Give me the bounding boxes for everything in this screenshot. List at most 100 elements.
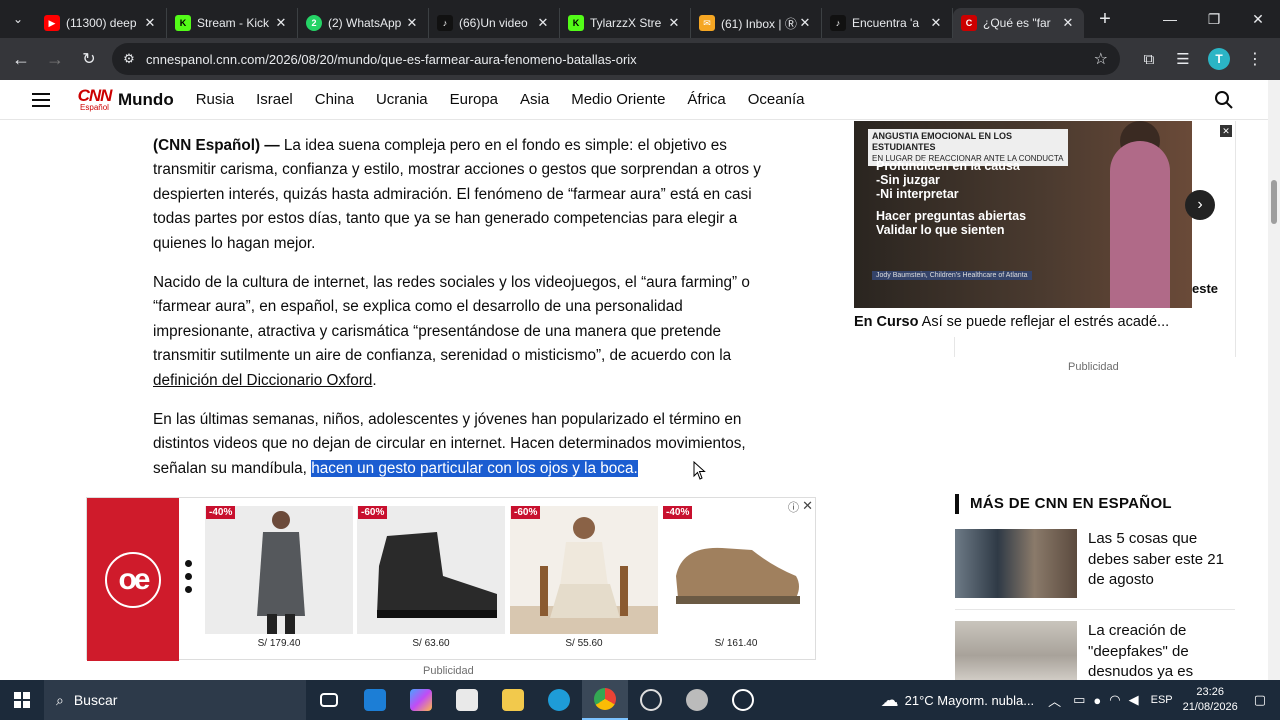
windows-start-icon[interactable] bbox=[0, 680, 44, 720]
steam-icon[interactable] bbox=[720, 680, 766, 720]
caption-label: En Curso bbox=[854, 314, 919, 330]
story-thumbnail[interactable] bbox=[955, 529, 1077, 598]
browser-tab[interactable]: K TylarzzX Stre ✕ bbox=[560, 8, 691, 38]
back-icon[interactable]: ← bbox=[4, 42, 38, 76]
ad-brand-panel[interactable]: oe bbox=[87, 498, 179, 661]
paragraph-text: La idea suena compleja pero en el fondo … bbox=[153, 137, 761, 252]
bullet-line: Profundicen en la causa bbox=[876, 159, 1020, 173]
extensions-icon[interactable]: ⧉ bbox=[1132, 42, 1166, 76]
store-icon[interactable] bbox=[444, 680, 490, 720]
outlook-icon[interactable] bbox=[352, 680, 398, 720]
chrome-icon[interactable] bbox=[582, 680, 628, 720]
profile-avatar[interactable]: T bbox=[1208, 48, 1230, 70]
nav-link-europa[interactable]: Europa bbox=[450, 91, 498, 108]
wifi-icon[interactable]: ◠ bbox=[1109, 692, 1120, 708]
ad-info-icon[interactable]: ⓘ bbox=[788, 499, 799, 515]
browser-tab[interactable]: 2 (2) WhatsApp ✕ bbox=[298, 8, 429, 38]
minimize-icon[interactable]: — bbox=[1148, 0, 1192, 38]
nav-link-china[interactable]: China bbox=[315, 91, 354, 108]
discount-badge: -60% bbox=[358, 506, 388, 519]
browser-tab[interactable]: ♪ (66)Un video ✕ bbox=[429, 8, 560, 38]
close-tab-icon[interactable]: ✕ bbox=[273, 15, 289, 31]
browser-toolbar: ← → ↻ ⚙ cnnespanol.cnn.com/2026/08/20/mu… bbox=[0, 38, 1280, 80]
close-player-icon[interactable]: ✕ bbox=[1220, 125, 1232, 137]
coat-icon bbox=[257, 511, 305, 634]
chrome-menu-icon[interactable]: ⋮ bbox=[1238, 42, 1272, 76]
logo-text: CNN bbox=[77, 85, 113, 105]
site-info-icon[interactable]: ⚙ bbox=[112, 51, 146, 67]
browser-tab-strip: ⌄ ▶ (11300) deep ✕ K Stream - Kick ✕ 2 (… bbox=[0, 0, 1280, 38]
nav-link-medio-oriente[interactable]: Medio Oriente bbox=[571, 91, 665, 108]
clock-time: 23:26 bbox=[1196, 686, 1224, 698]
video-caption[interactable]: En Curso Así se puede reflejar el estrés… bbox=[854, 314, 1236, 330]
close-tab-icon[interactable]: ✕ bbox=[404, 15, 420, 31]
url-text[interactable]: cnnespanol.cnn.com/2026/08/20/mundo/que-… bbox=[146, 52, 637, 67]
notifications-icon[interactable]: ▢ bbox=[1254, 692, 1266, 708]
nav-link-ucrania[interactable]: Ucrania bbox=[376, 91, 428, 108]
chevron-up-icon[interactable]: ︿ bbox=[1048, 691, 1061, 710]
section-nav: Rusia Israel China Ucrania Europa Asia M… bbox=[196, 91, 827, 108]
browser-tab-active[interactable]: C ¿Qué es "far ✕ bbox=[953, 8, 1084, 38]
mic-icon[interactable]: ● bbox=[1093, 693, 1101, 708]
reload-icon[interactable]: ↻ bbox=[72, 42, 106, 76]
ad-product[interactable]: -40% S/ 161.40 bbox=[662, 506, 810, 656]
oxford-definition-link[interactable]: definición del Diccionario Oxford bbox=[153, 372, 372, 389]
clock[interactable]: 23:26 21/08/2026 bbox=[1183, 685, 1238, 715]
ad-product[interactable]: -60% S/ 55.60 bbox=[510, 506, 658, 656]
maximize-icon[interactable]: ❐ bbox=[1192, 0, 1236, 38]
weather-icon[interactable]: ☁ bbox=[881, 690, 899, 711]
taskbar-search[interactable]: ⌕ Buscar bbox=[44, 680, 306, 720]
ad-product[interactable]: -40% S/ 179.40 bbox=[205, 506, 353, 656]
close-tab-icon[interactable]: ✕ bbox=[797, 15, 813, 31]
close-tab-icon[interactable]: ✕ bbox=[928, 15, 944, 31]
video-subject bbox=[1110, 141, 1170, 308]
nav-link-oceania[interactable]: Oceanía bbox=[748, 91, 805, 108]
forward-icon[interactable]: → bbox=[38, 42, 72, 76]
article-paragraph: En las últimas semanas, niños, adolescen… bbox=[153, 408, 783, 481]
close-window-icon[interactable]: ✕ bbox=[1236, 0, 1280, 38]
address-bar[interactable]: ⚙ cnnespanol.cnn.com/2026/08/20/mundo/qu… bbox=[112, 43, 1120, 75]
menu-icon[interactable] bbox=[32, 92, 50, 107]
app-icon[interactable] bbox=[674, 680, 720, 720]
ad-close-icon[interactable]: ✕ bbox=[802, 498, 813, 514]
ad-banner[interactable]: oe -40% S/ 179.40 -60% S/ 63.60 -60% S/ … bbox=[86, 497, 816, 661]
ad-product[interactable]: -60% S/ 63.60 bbox=[357, 506, 505, 656]
task-view-icon[interactable] bbox=[306, 680, 352, 720]
next-video-button[interactable]: › bbox=[1185, 190, 1215, 220]
nav-link-israel[interactable]: Israel bbox=[256, 91, 293, 108]
close-tab-icon[interactable]: ✕ bbox=[1060, 15, 1076, 31]
language-indicator[interactable]: ESP bbox=[1151, 694, 1173, 706]
new-tab-button[interactable]: + bbox=[1090, 8, 1120, 31]
file-explorer-icon[interactable] bbox=[490, 680, 536, 720]
section-title[interactable]: Mundo bbox=[118, 90, 174, 110]
browser-tab[interactable]: K Stream - Kick ✕ bbox=[167, 8, 298, 38]
scrollbar-thumb[interactable] bbox=[1271, 180, 1277, 224]
browser-tab[interactable]: ✉ (61) Inbox | Ⓡ ✕ bbox=[691, 8, 822, 38]
close-tab-icon[interactable]: ✕ bbox=[666, 15, 682, 31]
bullet-line: -Sin juzgar bbox=[876, 173, 940, 187]
selected-text: hacen un gesto particular con los ojos y… bbox=[311, 459, 638, 477]
nav-link-rusia[interactable]: Rusia bbox=[196, 91, 234, 108]
bookmark-star-icon[interactable]: ☆ bbox=[1094, 49, 1108, 69]
search-icon[interactable] bbox=[1214, 90, 1234, 110]
video-frame[interactable]: ANGUSTIA EMOCIONAL EN LOS ESTUDIANTES EN… bbox=[854, 121, 1192, 308]
cnn-logo[interactable]: CNN Español bbox=[77, 85, 113, 113]
tab-search-dropdown[interactable]: ⌄ bbox=[0, 0, 36, 38]
nav-link-africa[interactable]: África bbox=[687, 91, 725, 108]
browser-tab[interactable]: ♪ Encuentra 'a ✕ bbox=[822, 8, 953, 38]
nav-link-asia[interactable]: Asia bbox=[520, 91, 549, 108]
page-scrollbar[interactable] bbox=[1268, 80, 1280, 680]
volume-icon[interactable]: ◀ bbox=[1129, 692, 1139, 708]
edge-icon[interactable] bbox=[536, 680, 582, 720]
more-dots-icon[interactable] bbox=[185, 560, 193, 593]
story-card[interactable]: Las 5 cosas que debes saber este 21 de a… bbox=[955, 529, 1235, 598]
media-controls-icon[interactable]: ☰ bbox=[1166, 42, 1200, 76]
weather-text[interactable]: 21°C Mayorm. nubla... bbox=[905, 693, 1034, 708]
browser-tab[interactable]: ▶ (11300) deep ✕ bbox=[36, 8, 167, 38]
close-tab-icon[interactable]: ✕ bbox=[142, 15, 158, 31]
story-headline[interactable]: Las 5 cosas que debes saber este 21 de a… bbox=[1088, 529, 1235, 598]
network-icon[interactable]: ▭ bbox=[1073, 692, 1085, 708]
close-tab-icon[interactable]: ✕ bbox=[535, 15, 551, 31]
clock-app-icon[interactable] bbox=[628, 680, 674, 720]
copilot-icon[interactable] bbox=[398, 680, 444, 720]
